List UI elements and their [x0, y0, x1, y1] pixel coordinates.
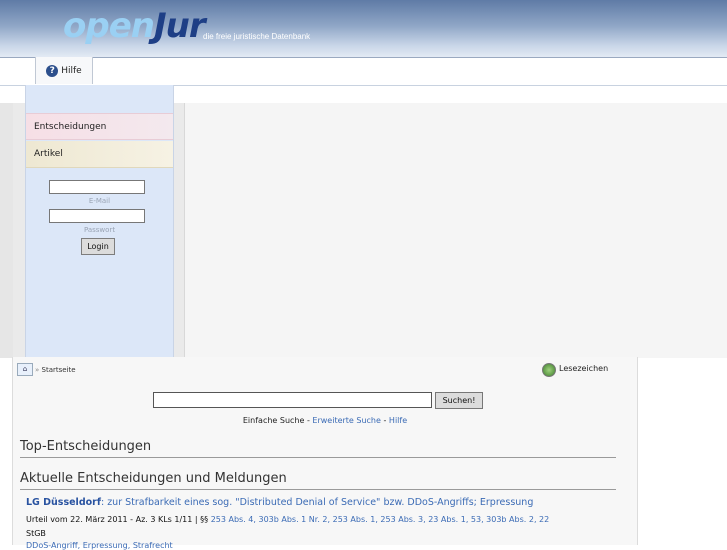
tagline: die freie juristische Datenbank [203, 32, 311, 41]
password-input[interactable] [49, 209, 145, 223]
header: openJur die freie juristische Datenbank [0, 0, 727, 57]
search-help-link[interactable]: Hilfe [389, 416, 407, 425]
breadcrumb: » Startseite [35, 366, 76, 374]
breadcrumb-separator: » [35, 366, 40, 374]
search-input[interactable] [153, 392, 432, 408]
home-icon[interactable]: ⌂ [17, 363, 33, 376]
email-label: E-Mail [88, 197, 111, 205]
bottom-panel: ⌂ » Startseite Lesezeichen Suchen! Einfa… [12, 357, 638, 550]
help-icon: ? [46, 64, 59, 77]
breadcrumb-home[interactable]: Startseite [42, 366, 76, 374]
section-current-decisions: Aktuelle Entscheidungen und Meldungen [20, 471, 616, 490]
search-button[interactable]: Suchen! [435, 392, 483, 409]
sidebar-item-artikel[interactable]: Artikel [26, 141, 173, 168]
search-dash-2: - [380, 416, 389, 425]
entry-meta-prefix: Urteil vom 22. März 2011 - Az. 3 KLs 1/1… [26, 515, 211, 524]
entry-title-text[interactable]: : zur Strafbarkeit eines sog. "Distribut… [101, 497, 533, 508]
search-links: Einfache Suche - Erweiterte Suche - Hilf… [13, 416, 637, 425]
sidebar-item-entscheidungen[interactable]: Entscheidungen [26, 113, 173, 140]
entry-meta-links[interactable]: 253 Abs. 4, 303b Abs. 1 Nr. 2, 253 Abs. … [211, 515, 550, 524]
sidebar: Entscheidungen Artikel E-Mail Passwort L… [25, 85, 174, 358]
entry-tags[interactable]: DDoS-Angriff, Erpressung, Strafrecht [26, 541, 173, 550]
menu-bar [0, 57, 727, 86]
password-label: Passwort [83, 226, 116, 234]
advanced-search-link[interactable]: Erweiterte Suche [312, 416, 381, 425]
menu-help-label: Hilfe [61, 65, 82, 76]
entry-meta-suffix: StGB [26, 529, 46, 538]
section-top-decisions: Top-Entscheidungen [20, 439, 616, 458]
logo-jur: Jur [153, 6, 206, 46]
logo-open: open [63, 6, 155, 46]
login-button[interactable]: Login [81, 238, 115, 255]
left-strip [0, 103, 13, 358]
entry-meta: Urteil vom 22. März 2011 - Az. 3 KLs 1/1… [26, 513, 606, 541]
menu-help-button[interactable]: ? Hilfe [35, 57, 93, 84]
openjur-logo[interactable]: openJur [63, 6, 206, 46]
email-input[interactable] [49, 180, 145, 194]
bookmark-link[interactable]: Lesezeichen [559, 364, 608, 373]
main-panel [184, 103, 727, 358]
bookmark-icon[interactable] [542, 363, 556, 377]
entry-court[interactable]: LG Düsseldorf [26, 497, 101, 508]
simple-search-label: Einfache Suche [242, 416, 305, 425]
entry-title[interactable]: LG Düsseldorf: zur Strafbarkeit eines so… [26, 497, 533, 508]
